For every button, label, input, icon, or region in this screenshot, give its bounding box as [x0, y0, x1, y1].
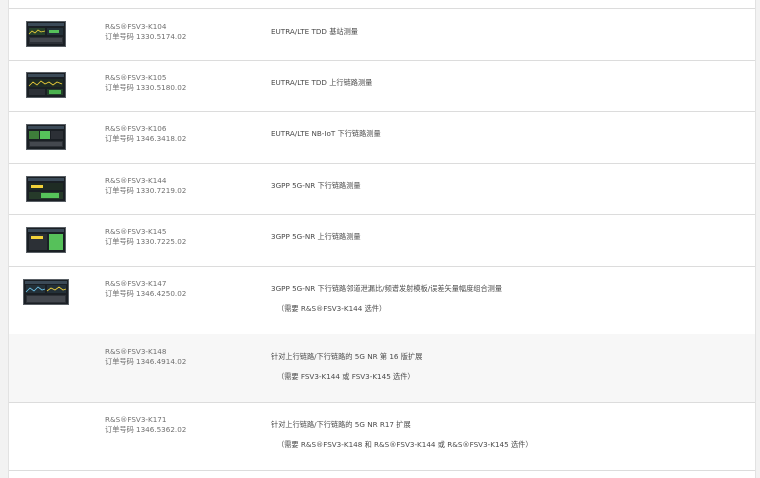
option-model: R&S®FSV3-K106 [105, 124, 167, 133]
product-screenshot-thumbnail[interactable] [26, 227, 66, 253]
option-model: R&S®FSV3-K145 [105, 227, 167, 236]
option-model: R&S®FSV3-K105 [105, 73, 167, 82]
option-order-number: 订单号码 1346.4914.02 [105, 357, 187, 366]
table-row: R&S®FSV3-K147 订单号码 1346.4250.02 3GPP 5G-… [9, 266, 755, 335]
option-order-number: 订单号码 1330.7225.02 [105, 237, 187, 246]
product-screenshot-thumbnail[interactable] [26, 72, 66, 98]
option-model: R&S®FSV3-K171 [105, 415, 167, 424]
option-order-number: 订单号码 1330.5174.02 [105, 32, 187, 41]
option-requirement-note: （需要 R&S®FSV3-K144 选件） [277, 304, 387, 313]
options-table: R&S®FSV3-K104 订单号码 1330.5174.02 EUTRA/LT… [8, 0, 756, 478]
table-row: R&S®FSV3-K106 订单号码 1346.3418.02 EUTRA/LT… [9, 111, 755, 164]
option-order-number: 订单号码 1346.3418.02 [105, 134, 187, 143]
table-row-partial [9, 0, 755, 9]
table-row: R&S®FSV3-K145 订单号码 1330.7225.02 3GPP 5G-… [9, 214, 755, 267]
table-row: R&S®FSV3-K104 订单号码 1330.5174.02 EUTRA/LT… [9, 9, 755, 61]
option-order-number: 订单号码 1330.7219.02 [105, 186, 187, 195]
option-model: R&S®FSV3-K147 [105, 279, 167, 288]
product-screenshot-thumbnail[interactable] [23, 279, 69, 305]
option-description: 针对上行链路/下行链路的 5G NR 第 16 版扩展 [271, 352, 423, 361]
option-model: R&S®FSV3-K144 [105, 176, 167, 185]
option-requirement-note: （需要 FSV3-K144 或 FSV3-K145 选件） [277, 372, 415, 381]
product-screenshot-thumbnail[interactable] [26, 124, 66, 150]
option-model: R&S®FSV3-K148 [105, 347, 167, 356]
option-description: EUTRA/LTE NB-IoT 下行链路测量 [271, 129, 381, 138]
option-order-number: 订单号码 1330.5180.02 [105, 83, 187, 92]
option-description: 3GPP 5G-NR 下行链路测量 [271, 181, 361, 190]
option-description: 针对上行链路/下行链路的 5G NR R17 扩展 [271, 420, 411, 429]
table-row: R&S®FSV3-K148 订单号码 1346.4914.02 针对上行链路/下… [9, 334, 755, 403]
table-row: R&S®FSV3-K105 订单号码 1330.5180.02 EUTRA/LT… [9, 60, 755, 112]
option-order-number: 订单号码 1346.4250.02 [105, 289, 187, 298]
option-description: 3GPP 5G-NR 上行链路测量 [271, 232, 361, 241]
option-requirement-note: （需要 R&S®FSV3-K148 和 R&S®FSV3-K144 或 R&S®… [277, 440, 533, 449]
option-description: 3GPP 5G-NR 下行链路邻道泄漏比/频谱发射模板/误差矢量幅度组合测量 [271, 284, 503, 293]
option-description: EUTRA/LTE TDD 上行链路测量 [271, 78, 373, 87]
table-row: R&S®FSV3-K171 订单号码 1346.5362.02 针对上行链路/下… [9, 402, 755, 471]
option-order-number: 订单号码 1346.5362.02 [105, 425, 187, 434]
product-screenshot-thumbnail[interactable] [26, 21, 66, 47]
product-screenshot-thumbnail[interactable] [26, 176, 66, 202]
table-row: R&S®FSV3-K144 订单号码 1330.7219.02 3GPP 5G-… [9, 163, 755, 215]
option-description: EUTRA/LTE TDD 基站测量 [271, 27, 358, 36]
option-model: R&S®FSV3-K104 [105, 22, 167, 31]
